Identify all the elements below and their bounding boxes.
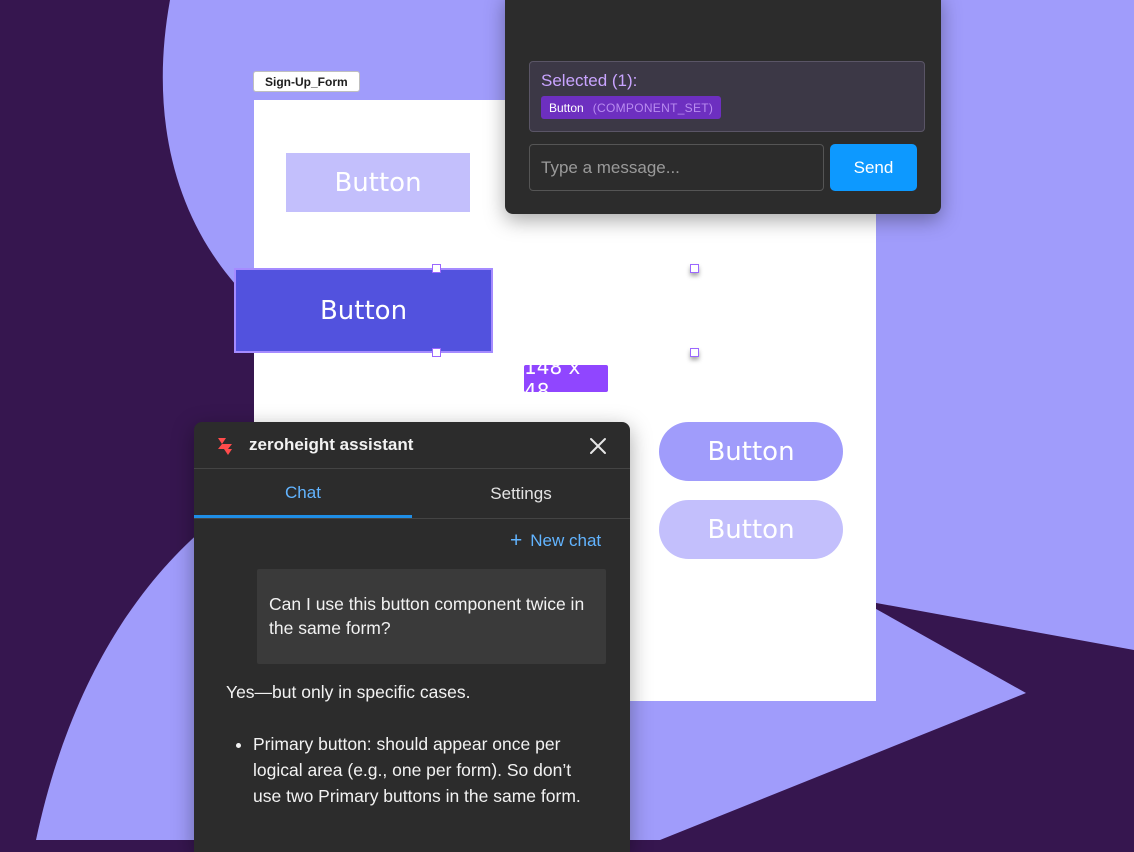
plus-icon: + — [510, 529, 523, 552]
zeroheight-logo-icon — [218, 438, 232, 455]
assistant-answer-intro: Yes—but only in specific cases. — [226, 682, 471, 702]
selected-component-type: (COMPONENT_SET) — [592, 100, 714, 115]
tab-chat[interactable]: Chat — [194, 470, 412, 518]
selected-component-name: Button — [549, 100, 584, 115]
button-variant-pill[interactable]: Button — [659, 422, 843, 481]
selected-component-pill[interactable]: Button (COMPONENT_SET) — [541, 96, 722, 119]
button-variant-pill-light[interactable]: Button — [659, 500, 843, 559]
new-chat-label: New chat — [530, 530, 602, 550]
tabs-divider — [194, 518, 630, 519]
list-item: Primary button: should appear once per l… — [253, 731, 593, 809]
assistant-title: zeroheight assistant — [249, 435, 414, 454]
assistant-answer-list: Primary button: should appear once per l… — [234, 731, 593, 809]
send-button[interactable]: Send — [830, 144, 917, 191]
user-message-bubble: Can I use this button component twice in… — [257, 569, 606, 664]
new-chat-button[interactable]: + New chat — [510, 530, 601, 551]
dimension-badge: 148 x 48 — [524, 355, 608, 403]
selection-handle-bottom[interactable] — [432, 348, 441, 357]
button-variant-primary-selected[interactable]: Button — [234, 268, 493, 353]
frame-label[interactable]: Sign-Up_Form — [253, 71, 360, 92]
assistant-panel: zeroheight assistant Chat Settings + New… — [194, 422, 630, 852]
message-input[interactable] — [529, 144, 824, 191]
selection-handle-top[interactable] — [432, 264, 441, 273]
button-variant-light[interactable]: Button — [286, 153, 470, 212]
assistant-header: zeroheight assistant — [194, 422, 630, 469]
close-icon[interactable] — [588, 436, 608, 456]
selection-title: Selected (1): — [541, 71, 638, 90]
tab-settings[interactable]: Settings — [412, 470, 630, 518]
selection-handle-top-right[interactable] — [690, 264, 699, 273]
selection-handle-bottom-right[interactable] — [690, 348, 699, 357]
